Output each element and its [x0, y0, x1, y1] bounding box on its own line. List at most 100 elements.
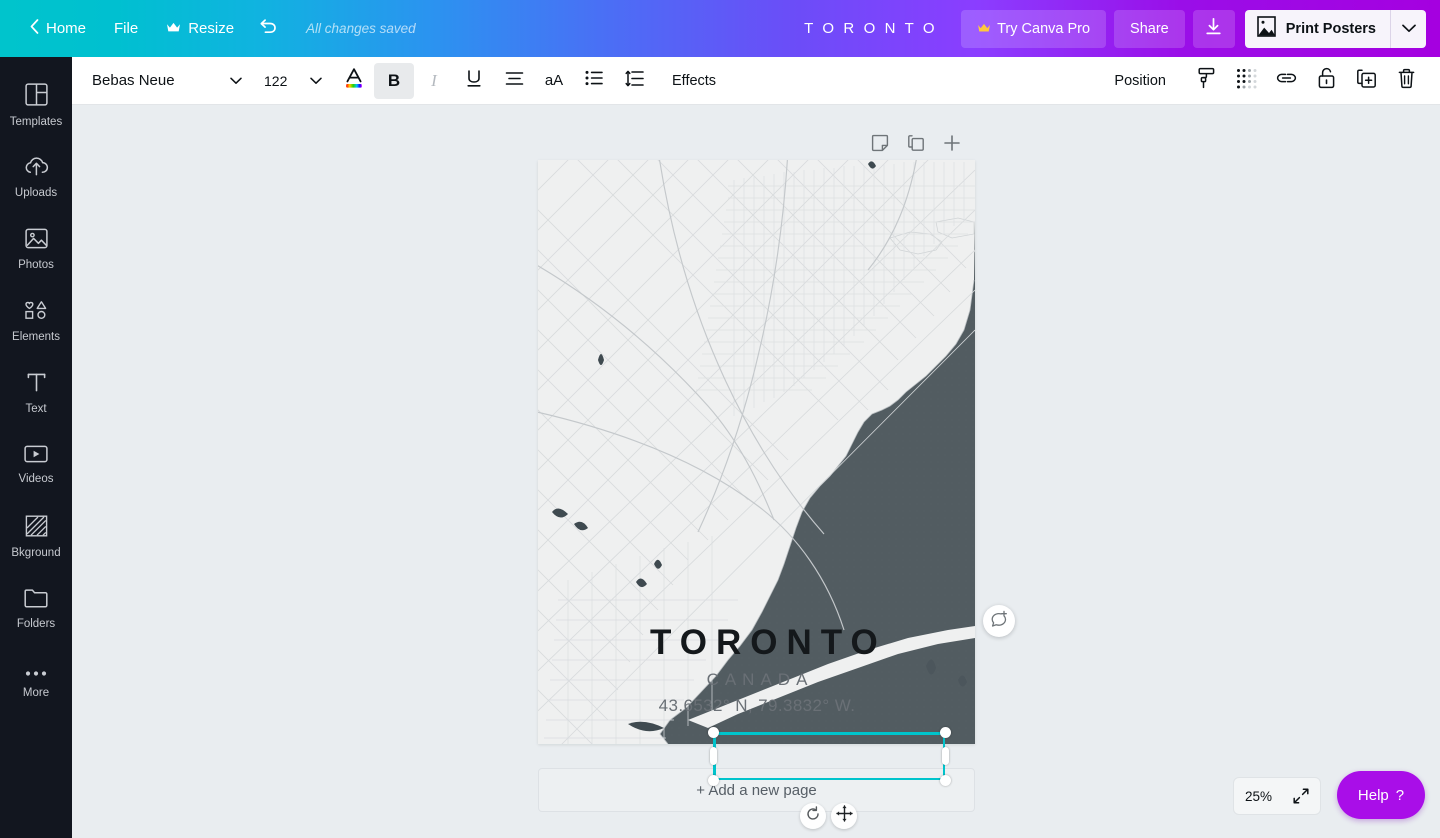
position-label: Position — [1114, 72, 1166, 89]
font-family-value: Bebas Neue — [92, 72, 175, 89]
text-case-button[interactable]: aA — [534, 63, 574, 99]
resize-handle-left[interactable] — [709, 747, 717, 765]
canvas-workspace: TORONTO CANADA 43.6532° N, 79.3832° W. +… — [72, 105, 1440, 838]
sidebar-item-photos[interactable]: Photos — [0, 213, 72, 285]
line-spacing-button[interactable] — [614, 63, 654, 99]
text-toolbar: Bebas Neue 122 B I aA Effects Position — [72, 57, 1440, 105]
sidebar-item-label: Photos — [18, 258, 54, 271]
zoom-level-value[interactable]: 25% — [1245, 789, 1272, 804]
text-align-icon — [505, 71, 524, 91]
chevron-down-icon — [230, 72, 242, 90]
sidebar-item-videos[interactable]: Videos — [0, 429, 72, 501]
font-size-select[interactable]: 122 — [256, 64, 328, 98]
home-label: Home — [46, 20, 87, 37]
transparency-button[interactable] — [1226, 63, 1266, 99]
selection-edge-top — [713, 732, 945, 735]
text-selection-box[interactable] — [707, 726, 951, 786]
font-family-select[interactable]: Bebas Neue — [88, 64, 250, 98]
download-arrow-icon — [1204, 17, 1223, 41]
sidebar-item-label: Bkground — [11, 547, 61, 559]
sidebar-item-more[interactable]: More — [0, 645, 72, 717]
poster-city-text[interactable]: TORONTO — [641, 623, 878, 663]
photo-image-icon — [24, 228, 48, 254]
crown-icon — [166, 20, 181, 37]
resize-handle-top-right[interactable] — [939, 726, 951, 738]
templates-grid-icon — [24, 82, 48, 111]
bold-label: B — [387, 70, 401, 90]
text-color-button[interactable] — [334, 63, 374, 99]
duplicate-page-button[interactable] — [901, 130, 931, 160]
zoom-control: 25% — [1233, 777, 1321, 815]
effects-label: Effects — [672, 72, 717, 89]
top-bar-left-group: Home File Resize All changes saved — [0, 11, 416, 47]
effects-button[interactable]: Effects — [660, 63, 728, 99]
top-bar: Home File Resize All changes saved T O R… — [0, 0, 1440, 57]
font-size-value: 122 — [264, 72, 288, 89]
italic-label: I — [431, 70, 437, 90]
page-tools-group — [865, 130, 967, 160]
document-title[interactable]: T O R O N T O — [788, 20, 953, 37]
selection-edge-bottom — [713, 777, 945, 780]
lock-button[interactable] — [1306, 63, 1346, 99]
poster-image-icon — [1256, 16, 1276, 41]
left-sidebar: Templates Uploads Photos Elements Text V… — [0, 57, 72, 838]
bullet-list-button[interactable] — [574, 63, 614, 99]
trash-icon — [1397, 68, 1416, 94]
delete-button[interactable] — [1386, 63, 1426, 99]
add-page-button[interactable] — [937, 130, 967, 160]
move-cursor[interactable] — [831, 803, 857, 829]
sidebar-item-elements[interactable]: Elements — [0, 285, 72, 357]
font-color-a-icon — [343, 66, 365, 95]
shapes-icon — [23, 299, 49, 326]
sidebar-item-bkground[interactable]: Bkground — [0, 501, 72, 573]
cloud-upload-icon — [24, 155, 49, 182]
move-cursor-icon — [835, 805, 853, 827]
file-menu-button[interactable]: File — [100, 11, 152, 47]
sidebar-item-uploads[interactable]: Uploads — [0, 141, 72, 213]
save-status: All changes saved — [306, 21, 416, 36]
expand-arrows-icon[interactable] — [1293, 788, 1309, 804]
resize-handle-bottom-right[interactable] — [939, 774, 951, 786]
text-case-label: aA — [544, 72, 564, 89]
sidebar-item-templates[interactable]: Templates — [0, 69, 72, 141]
resize-handle-bottom-left[interactable] — [707, 774, 719, 786]
sidebar-item-label: Folders — [16, 618, 56, 630]
rotate-handle[interactable] — [800, 803, 826, 829]
print-posters-label: Print Posters — [1285, 20, 1376, 37]
resize-handle-top-left[interactable] — [707, 726, 719, 738]
undo-button[interactable] — [248, 11, 288, 47]
underline-button[interactable] — [454, 63, 494, 99]
chevron-left-icon — [30, 19, 39, 38]
sidebar-item-label: Videos — [18, 473, 54, 485]
resize-handle-right[interactable] — [941, 747, 949, 765]
help-button[interactable]: Help ? — [1337, 771, 1425, 819]
notes-button[interactable] — [865, 130, 895, 160]
ellipsis-icon — [25, 664, 47, 682]
share-button[interactable]: Share — [1114, 9, 1185, 48]
download-button[interactable] — [1192, 9, 1235, 48]
sidebar-item-text[interactable]: Text — [0, 357, 72, 429]
try-canva-pro-button[interactable]: Try Canva Pro — [961, 9, 1107, 48]
italic-button[interactable]: I — [414, 63, 454, 99]
text-align-button[interactable] — [494, 63, 534, 99]
position-button[interactable]: Position — [1102, 63, 1178, 99]
file-label: File — [114, 20, 139, 37]
poster-country-text[interactable]: CANADA — [606, 670, 908, 690]
poster-coordinates-text[interactable]: 43.6532° N, 79.3832° W. — [586, 696, 928, 716]
link-button[interactable] — [1266, 63, 1306, 99]
home-button[interactable]: Home — [16, 11, 100, 47]
chevron-down-icon — [310, 72, 322, 90]
share-label: Share — [1130, 20, 1169, 37]
bullet-list-icon — [585, 70, 603, 91]
try-canva-pro-label: Try Canva Pro — [997, 20, 1091, 37]
bold-button[interactable]: B — [374, 62, 414, 99]
print-posters-caret[interactable] — [1390, 9, 1426, 48]
add-comment-button[interactable] — [983, 605, 1015, 637]
sidebar-item-folders[interactable]: Folders — [0, 573, 72, 645]
duplicate-button[interactable] — [1346, 63, 1386, 99]
copy-style-button[interactable] — [1186, 63, 1226, 99]
design-page[interactable]: TORONTO CANADA 43.6532° N, 79.3832° W. — [538, 160, 975, 744]
print-posters-button[interactable]: Print Posters — [1245, 10, 1390, 48]
undo-arrow-icon — [258, 18, 278, 40]
resize-button[interactable]: Resize — [152, 11, 248, 47]
